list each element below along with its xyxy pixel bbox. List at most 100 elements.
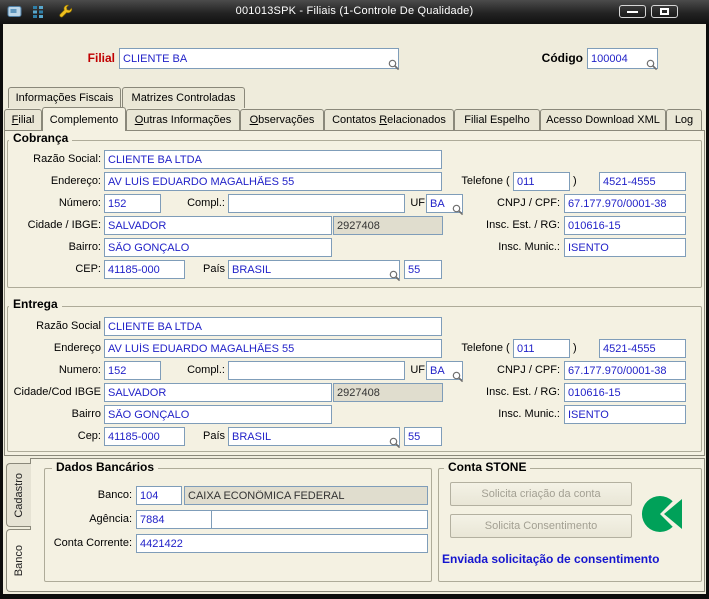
entrega-uf-label: UF — [410, 364, 425, 376]
entrega-compl-label: Compl.: — [187, 364, 225, 376]
minimize-icon[interactable] — [619, 5, 646, 18]
agencia-input[interactable] — [136, 510, 212, 529]
magnifier-icon[interactable] — [389, 269, 401, 282]
entrega-pais-input[interactable] — [228, 427, 400, 446]
magnifier-icon[interactable] — [452, 203, 464, 216]
cobranca-cep-label: CEP: — [75, 263, 101, 275]
cobranca-telefone-ddd-input[interactable] — [513, 172, 570, 191]
telefone-paren-close: ) — [573, 175, 577, 187]
filial-label: Filial — [87, 51, 115, 65]
cobranca-pais-label: País — [202, 263, 225, 275]
consent-status-text: Enviada solicitação de consentimento — [442, 552, 660, 566]
cobranca-compl-input[interactable] — [228, 194, 405, 213]
stone-logo-icon — [640, 492, 684, 536]
entrega-pais-label: País — [202, 430, 225, 442]
window-title: 001013SPK - Filiais (1-Controle De Quali… — [235, 5, 474, 17]
sidetab-banco-label: Banco — [13, 544, 25, 577]
cobranca-insc-est-input[interactable] — [564, 216, 686, 235]
tab-filial-espelho[interactable]: Filial Espelho — [454, 109, 540, 130]
banco-label: Banco: — [97, 489, 132, 501]
entrega-endereco-input[interactable] — [104, 339, 442, 358]
cobranca-telefone-label: Telefone — [461, 175, 503, 187]
entrega-cep-input[interactable] — [104, 427, 185, 446]
entrega-numero-input[interactable] — [104, 361, 161, 380]
cobranca-uf-label: UF — [410, 197, 425, 209]
conta-corrente-label: Conta Corrente: — [53, 537, 132, 549]
entrega-insc-mun-label: Insc. Munic.: — [498, 408, 560, 420]
tab-observacoes[interactable]: Observações — [240, 109, 324, 130]
cobranca-ibge-field — [333, 216, 443, 235]
cobranca-endereco-input[interactable] — [104, 172, 442, 191]
entrega-numero-label: Numero: — [58, 364, 101, 376]
tab-matrizes-controladas[interactable]: Matrizes Controladas — [122, 87, 245, 108]
entrega-insc-mun-input[interactable] — [564, 405, 686, 424]
entrega-telefone-input[interactable] — [599, 339, 686, 358]
sidetab-banco[interactable]: Banco — [6, 529, 31, 592]
cobranca-bairro-label: Bairro: — [68, 241, 101, 253]
cobranca-cep-input[interactable] — [104, 260, 185, 279]
maximize-icon[interactable] — [651, 5, 678, 18]
conta-corrente-input[interactable] — [136, 534, 428, 553]
titlebar: 001013SPK - Filiais (1-Controle De Quali… — [0, 0, 709, 24]
tab-log[interactable]: Log — [666, 109, 702, 130]
entrega-cidade-label: Cidade/Cod IBGE — [13, 386, 101, 398]
entrega-pais-code-input[interactable] — [404, 427, 442, 446]
cobranca-telefone-input[interactable] — [599, 172, 686, 191]
sidetab-cadastro[interactable]: Cadastro — [6, 463, 31, 527]
cobranca-endereco-label: Endereço: — [50, 175, 101, 187]
solicita-consentimento-button[interactable]: Solicita Consentimento — [450, 514, 632, 538]
magnifier-icon[interactable] — [388, 58, 400, 71]
telefone-paren-close: ) — [573, 342, 577, 354]
entrega-title: Entrega — [9, 297, 62, 311]
agencia-extra-input[interactable] — [211, 510, 428, 529]
entrega-endereco-label: Endereço — [53, 342, 101, 354]
cobranca-title: Cobrança — [9, 131, 73, 145]
cobranca-razao-social-input[interactable] — [104, 150, 442, 169]
cobranca-numero-input[interactable] — [104, 194, 161, 213]
entrega-razao-social-input[interactable] — [104, 317, 442, 336]
tab-informacoes-fiscais[interactable]: Informações Fiscais — [8, 87, 121, 108]
sidetab-cadastro-label: Cadastro — [13, 472, 25, 518]
cobranca-insc-est-label: Insc. Est. / RG: — [486, 219, 560, 231]
app-window: 001013SPK - Filiais (1-Controle De Quali… — [0, 0, 709, 599]
tab-acesso-download-xml[interactable]: Acesso Download XML — [540, 109, 666, 130]
cobranca-pais-input[interactable] — [228, 260, 400, 279]
entrega-cnpj-input[interactable] — [564, 361, 686, 380]
tab-contatos-relacionados[interactable]: Contatos Relacionados — [324, 109, 454, 130]
banco-name-field — [184, 486, 428, 505]
tab-outras-informacoes[interactable]: Outras Informações — [126, 109, 240, 130]
cobranca-bairro-input[interactable] — [104, 238, 332, 257]
magnifier-icon[interactable] — [389, 436, 401, 449]
cobranca-pais-code-input[interactable] — [404, 260, 442, 279]
cobranca-numero-label: Número: — [58, 197, 101, 209]
cobranca-razao-social-label: Razão Social: — [33, 153, 101, 165]
tab-complemento[interactable]: Complemento — [42, 107, 126, 131]
tab-filial[interactable]: Filial — [4, 109, 42, 130]
magnifier-icon[interactable] — [646, 58, 658, 71]
entrega-bairro-label: Bairro — [71, 408, 101, 420]
entrega-telefone-ddd-input[interactable] — [513, 339, 570, 358]
banco-code-input[interactable] — [136, 486, 182, 505]
telefone-paren-open: ( — [506, 342, 510, 354]
cobranca-cidade-label: Cidade / IBGE: — [27, 219, 101, 231]
cobranca-cidade-input[interactable] — [104, 216, 332, 235]
conta-stone-title: Conta STONE — [444, 460, 531, 474]
filial-input[interactable] — [119, 48, 399, 69]
magnifier-icon[interactable] — [452, 370, 464, 383]
cobranca-cnpj-input[interactable] — [564, 194, 686, 213]
entrega-bairro-input[interactable] — [104, 405, 332, 424]
telefone-paren-open: ( — [506, 175, 510, 187]
entrega-razao-social-label: Razão Social — [36, 320, 101, 332]
codigo-label: Código — [541, 51, 583, 65]
entrega-cidade-input[interactable] — [104, 383, 332, 402]
cobranca-compl-label: Compl.: — [187, 197, 225, 209]
entrega-telefone-label: Telefone — [461, 342, 503, 354]
entrega-ibge-field — [333, 383, 443, 402]
solicita-criacao-button[interactable]: Solicita criação da conta — [450, 482, 632, 506]
entrega-insc-est-input[interactable] — [564, 383, 686, 402]
entrega-compl-input[interactable] — [228, 361, 405, 380]
agencia-label: Agência: — [89, 513, 132, 525]
cobranca-insc-mun-label: Insc. Munic.: — [498, 241, 560, 253]
entrega-cep-label: Cep: — [77, 430, 101, 442]
cobranca-insc-mun-input[interactable] — [564, 238, 686, 257]
